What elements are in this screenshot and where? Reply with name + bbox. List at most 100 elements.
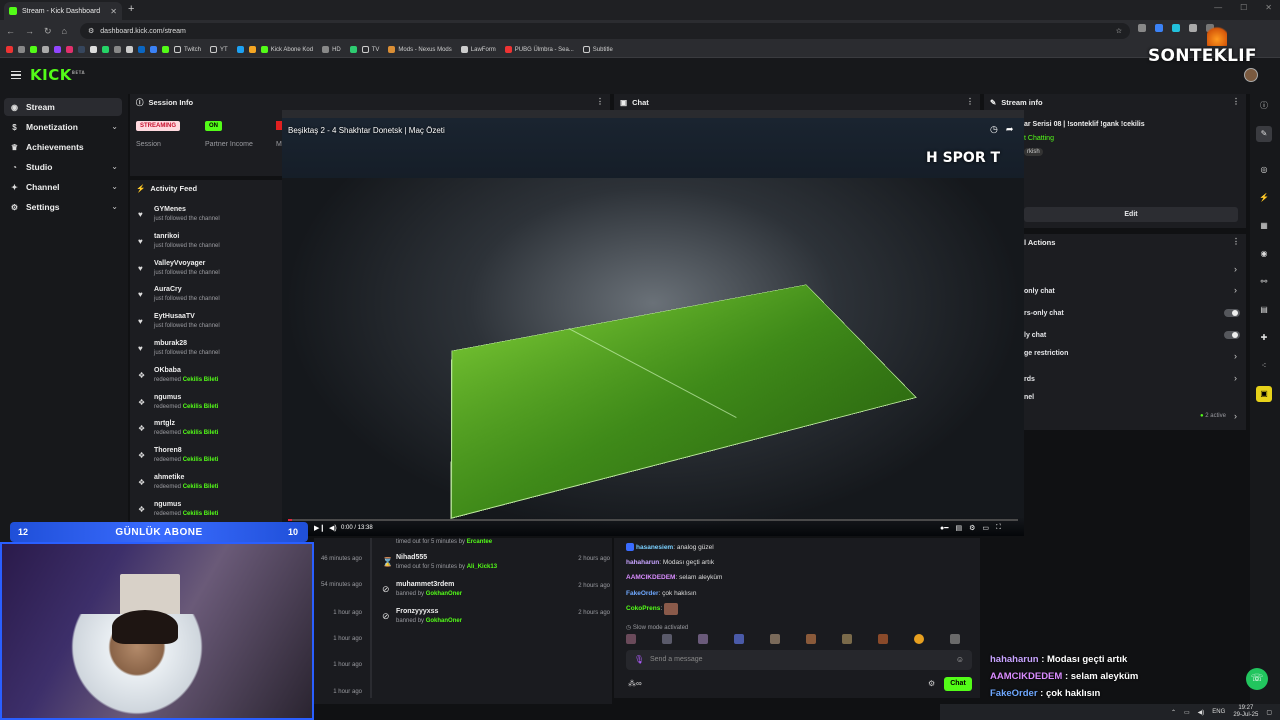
back-icon[interactable]: ← — [6, 26, 15, 36]
points-icon[interactable]: ⁂∞ — [628, 679, 642, 688]
bookmark-icon[interactable] — [162, 46, 169, 53]
bookmark-lawform[interactable]: LawForm — [460, 46, 496, 53]
chat-username[interactable]: hahaharun — [626, 559, 659, 566]
send-chat-button[interactable]: Chat — [944, 677, 972, 691]
language-indicator[interactable]: ENG — [1212, 709, 1225, 715]
bookmark-icon[interactable] — [18, 46, 25, 53]
bookmark-icon[interactable] — [102, 46, 109, 53]
list-item[interactable]: ♥ EytHusaaTV just followed the channel — [138, 313, 278, 337]
emote-icon[interactable] — [734, 634, 744, 644]
close-tab-icon[interactable]: ✕ — [110, 7, 117, 16]
chevron-right-icon[interactable]: › — [1234, 373, 1237, 383]
emote-icon[interactable] — [626, 634, 636, 644]
avatar[interactable] — [1244, 68, 1258, 82]
chat-message[interactable]: hahaharun: Modası geçti artık — [626, 559, 714, 566]
emote-icon[interactable] — [878, 634, 888, 644]
play-icon[interactable]: ▶❙ — [314, 524, 325, 532]
bookmark-icon[interactable] — [236, 46, 244, 53]
bookmark-icon[interactable] — [138, 46, 145, 53]
chat-message[interactable]: FakeOrder: çok haklısın — [626, 590, 696, 597]
bookmark-yt[interactable]: YT — [210, 46, 228, 53]
toggle-switch[interactable] — [1224, 309, 1240, 317]
bookmark-hd[interactable]: HD — [322, 46, 341, 53]
clock-icon[interactable]: ◷ — [990, 124, 998, 135]
volume-icon[interactable]: ◀) — [1198, 709, 1205, 716]
bolt-icon[interactable]: ⚡ — [1256, 190, 1272, 206]
close-window-icon[interactable]: ✕ — [1265, 3, 1272, 12]
url-field[interactable]: ⚙ dashboard.kick.com/stream ☆ — [80, 23, 1130, 39]
list-item[interactable]: ♥ GYMenes just followed the channel — [138, 206, 278, 230]
fullscreen-icon[interactable]: ⛶ — [996, 524, 1001, 532]
list-item[interactable]: ❖ ahmetike redeemed Cekilis Bileti — [138, 474, 278, 498]
list-item[interactable]: ❖ ngumus redeemed Cekilis Bileti — [138, 394, 278, 418]
autoplay-toggle-icon[interactable]: ●━ — [940, 524, 948, 532]
new-tab-button[interactable]: + — [128, 3, 134, 15]
wrench-icon[interactable]: ✚ — [1256, 330, 1272, 346]
info-icon[interactable]: ⓘ — [1256, 98, 1272, 114]
list-item[interactable]: ♥ tanrikoi just followed the channel — [138, 233, 278, 257]
emote-icon[interactable] — [770, 634, 780, 644]
microphone-icon[interactable]: 🎙 — [634, 655, 644, 664]
table-icon[interactable]: ▤ — [1256, 302, 1272, 318]
list-item[interactable]: ❖ mrtglz redeemed Cekilis Bileti — [138, 420, 278, 444]
clock[interactable]: 19:27 29-Jul-25 — [1233, 705, 1258, 719]
video-progress-track[interactable] — [288, 519, 1018, 521]
sidebar-item-stream[interactable]: ◉ Stream — [4, 98, 122, 116]
home-icon[interactable]: ⌂ — [62, 26, 67, 36]
action-row[interactable]: rds — [1024, 376, 1035, 383]
extension-icon[interactable] — [1155, 24, 1163, 32]
share-nodes-icon[interactable]: ⁖ — [1256, 358, 1272, 374]
site-info-icon[interactable]: ⚙ — [88, 27, 94, 35]
bookmark-icon[interactable] — [114, 46, 121, 53]
emote-icon[interactable] — [698, 634, 708, 644]
support-chat-button[interactable]: ☏ — [1246, 668, 1268, 690]
chat-message[interactable]: AAMCIKDEDEM: selam aleyküm — [626, 574, 722, 581]
sidebar-item-settings[interactable]: ⚙ Settings ⌄ — [4, 198, 122, 216]
bookmark-star-icon[interactable]: ☆ — [1116, 27, 1122, 35]
bookmark-icon[interactable] — [126, 46, 133, 53]
bookmark-kick-abone-kod[interactable]: Kick Abone Kod — [260, 46, 313, 53]
sidebar-item-channel[interactable]: ✦ Channel ⌄ — [4, 178, 122, 196]
chat-input[interactable]: 🎙 Send a message ☺ — [626, 650, 972, 670]
bookmark-icon[interactable] — [349, 46, 357, 53]
extension-icon[interactable] — [1189, 24, 1197, 32]
action-row[interactable]: nel — [1024, 394, 1034, 401]
minimize-icon[interactable]: — — [1214, 3, 1222, 12]
sidebar-item-achievements[interactable]: ♛ Achievements — [4, 138, 122, 156]
chevron-right-icon[interactable]: › — [1234, 351, 1237, 361]
emote-icon[interactable] — [842, 634, 852, 644]
list-item[interactable]: ♥ AuraCry just followed the channel — [138, 286, 278, 310]
bookmark-icon[interactable] — [66, 46, 73, 53]
chat-bubble-icon[interactable]: ◉ — [1256, 246, 1272, 262]
table-row[interactable]: ⌛ Nihad555 timed out for 5 minutes by Ali_… — [380, 554, 610, 578]
action-row[interactable]: only chat — [1024, 288, 1055, 295]
toggle-switch[interactable] — [1224, 331, 1240, 339]
more-options-icon[interactable]: ⋮ — [1232, 237, 1240, 246]
chat-settings-icon[interactable]: ⚙ — [928, 679, 935, 688]
table-row[interactable]: ⊘ muhammet3rdem banned by GokhanOner 2 hour… — [380, 581, 610, 605]
bookmark-icon[interactable] — [150, 46, 157, 53]
network-icon[interactable]: ▭ — [1184, 709, 1190, 716]
emote-icon[interactable] — [662, 634, 672, 644]
edit-button[interactable]: Edit — [1024, 207, 1238, 222]
emote-icon[interactable] — [806, 634, 816, 644]
clipboard-icon[interactable]: ▦ — [1256, 218, 1272, 234]
chevron-right-icon[interactable]: › — [1234, 264, 1237, 274]
extension-icon[interactable] — [1138, 24, 1146, 32]
bookmark-tv[interactable]: TV — [361, 46, 379, 53]
bookmark-icon[interactable] — [78, 46, 85, 53]
bookmark-icon[interactable] — [42, 46, 49, 53]
more-options-icon[interactable]: ⋮ — [966, 97, 974, 106]
action-row[interactable]: rs-only chat — [1024, 310, 1064, 317]
more-options-icon[interactable]: ⋮ — [1232, 97, 1240, 106]
sidebar-item-monetization[interactable]: $ Monetization ⌄ — [4, 118, 122, 136]
forward-icon[interactable]: → — [25, 26, 34, 36]
reload-icon[interactable]: ↻ — [44, 26, 52, 37]
bookmark-icon[interactable] — [54, 46, 61, 53]
miniplayer-icon[interactable]: ▭ — [982, 524, 989, 532]
action-row[interactable]: ly chat — [1024, 332, 1046, 339]
kick-logo[interactable]: KICKBETA — [30, 66, 85, 84]
browser-tab[interactable]: Stream - Kick Dashboard ✕ — [4, 2, 122, 20]
chat-username[interactable]: AAMCIKDEDEM — [626, 574, 675, 581]
maximize-icon[interactable]: ☐ — [1240, 3, 1247, 12]
